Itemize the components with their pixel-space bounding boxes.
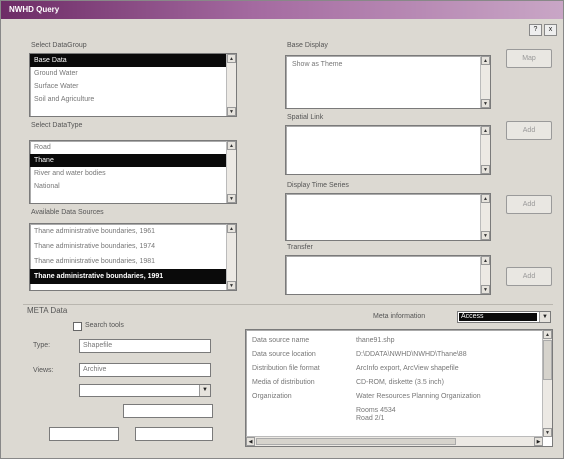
views-field[interactable]: Archive bbox=[79, 363, 211, 377]
list-item[interactable]: Thane bbox=[30, 154, 236, 167]
search-tools-checkbox[interactable] bbox=[73, 322, 82, 331]
scroll-up-icon[interactable]: ▲ bbox=[481, 56, 490, 65]
time-series-listbox[interactable]: ▲ ▼ bbox=[285, 193, 491, 241]
type-field[interactable]: Shapefile bbox=[79, 339, 211, 353]
scroll-up-icon[interactable]: ▲ bbox=[227, 224, 236, 233]
vertical-scrollbar[interactable]: ▲ ▼ bbox=[542, 330, 552, 437]
window-title: NWHD Query bbox=[9, 5, 60, 14]
vertical-scrollbar[interactable]: ▲ ▼ bbox=[226, 54, 236, 116]
divider bbox=[23, 304, 553, 305]
display-time-series-label: Display Time Series bbox=[287, 182, 349, 189]
extra-field-1[interactable] bbox=[123, 404, 213, 418]
scroll-up-icon[interactable]: ▲ bbox=[227, 54, 236, 63]
list-item[interactable]: Thane administrative boundaries, 1974 bbox=[30, 239, 236, 254]
scroll-down-icon[interactable]: ▼ bbox=[481, 99, 490, 108]
vertical-scrollbar[interactable]: ▲ ▼ bbox=[226, 224, 236, 290]
list-item[interactable]: National bbox=[30, 180, 236, 193]
scroll-up-icon[interactable]: ▲ bbox=[227, 141, 236, 150]
meta-information-select[interactable]: Access ▼ bbox=[457, 311, 551, 323]
search-tools-label: Search tools bbox=[85, 322, 124, 329]
list-item[interactable]: Surface Water bbox=[30, 80, 236, 93]
title-bar[interactable]: NWHD Query bbox=[1, 1, 563, 19]
scroll-up-icon[interactable]: ▲ bbox=[481, 126, 490, 135]
extra-field-3[interactable] bbox=[135, 427, 213, 441]
map-button[interactable]: Map bbox=[506, 49, 552, 68]
views-label: Views: bbox=[33, 367, 54, 374]
scroll-down-icon[interactable]: ▼ bbox=[543, 428, 552, 437]
select-datagroup-label: Select DataGroup bbox=[31, 42, 87, 49]
scroll-down-icon[interactable]: ▼ bbox=[481, 285, 490, 294]
nwhd-query-window: NWHD Query ? x Select DataGroup Base Dat… bbox=[0, 0, 564, 459]
scroll-down-icon[interactable]: ▼ bbox=[227, 107, 236, 116]
meta-information-value: Access bbox=[459, 313, 537, 321]
views-dropdown[interactable]: ▼ bbox=[79, 384, 211, 397]
list-item[interactable]: Thane administrative boundaries, 1961 bbox=[30, 224, 236, 239]
corner-buttons: ? x bbox=[529, 24, 557, 36]
sources-listbox[interactable]: Thane administrative boundaries, 1961 Th… bbox=[29, 223, 237, 291]
scroll-thumb[interactable] bbox=[543, 340, 552, 380]
transfer-listbox[interactable]: ▲ ▼ bbox=[285, 255, 491, 295]
scroll-up-icon[interactable]: ▲ bbox=[543, 330, 552, 339]
list-item: Organization Water Resources Planning Org… bbox=[252, 393, 481, 400]
datagroup-listbox[interactable]: Base Data Ground Water Surface Water Soi… bbox=[29, 53, 237, 117]
available-sources-label: Available Data Sources bbox=[31, 209, 104, 216]
chevron-down-icon[interactable]: ▼ bbox=[539, 312, 550, 322]
datatype-listbox[interactable]: Road Thane River and water bodies Nation… bbox=[29, 140, 237, 204]
scroll-left-icon[interactable]: ◀ bbox=[246, 437, 255, 446]
list-item: Rooms 4534 bbox=[356, 407, 396, 414]
scroll-down-icon[interactable]: ▼ bbox=[481, 231, 490, 240]
list-item: Data source name thane91.shp bbox=[252, 337, 395, 344]
transfer-label: Transfer bbox=[287, 244, 313, 251]
scroll-thumb[interactable] bbox=[256, 438, 456, 445]
list-item: Distribution file format ArcInfo export, … bbox=[252, 365, 459, 372]
vertical-scrollbar[interactable]: ▲ ▼ bbox=[480, 126, 490, 174]
add-spatial-link-button[interactable]: Add bbox=[506, 121, 552, 140]
spatial-link-label: Spatial Link bbox=[287, 114, 324, 121]
meta-data-label: META Data bbox=[27, 306, 68, 315]
list-item[interactable]: Soil and Agriculture bbox=[30, 93, 236, 106]
close-button[interactable]: x bbox=[544, 24, 557, 36]
scroll-up-icon[interactable]: ▲ bbox=[481, 256, 490, 265]
chevron-down-icon[interactable]: ▼ bbox=[199, 385, 210, 396]
vertical-scrollbar[interactable]: ▲ ▼ bbox=[480, 256, 490, 294]
horizontal-scrollbar[interactable]: ◀ ▶ bbox=[246, 436, 543, 446]
scroll-down-icon[interactable]: ▼ bbox=[481, 165, 490, 174]
spatial-link-listbox[interactable]: ▲ ▼ bbox=[285, 125, 491, 175]
select-datatype-label: Select DataType bbox=[31, 122, 83, 129]
add-time-series-button[interactable]: Add bbox=[506, 195, 552, 214]
scroll-down-icon[interactable]: ▼ bbox=[227, 281, 236, 290]
list-item: Road 2/1 bbox=[356, 415, 385, 422]
scroll-up-icon[interactable]: ▲ bbox=[481, 194, 490, 203]
list-item[interactable]: Road bbox=[30, 141, 236, 154]
type-label: Type: bbox=[33, 342, 51, 349]
list-item[interactable]: Ground Water bbox=[30, 67, 236, 80]
vertical-scrollbar[interactable]: ▲ ▼ bbox=[480, 194, 490, 240]
meta-information-label: Meta information bbox=[373, 313, 426, 320]
list-item: Data source location D:\DDATA\NWHD\NWHD\T… bbox=[252, 351, 467, 358]
help-button[interactable]: ? bbox=[529, 24, 542, 36]
list-item[interactable]: Thane administrative boundaries, 1991 bbox=[30, 269, 236, 284]
scroll-right-icon[interactable]: ▶ bbox=[534, 437, 543, 446]
base-display-listbox[interactable]: Show as Theme ▲ ▼ bbox=[285, 55, 491, 109]
base-display-label: Base Display bbox=[287, 42, 328, 49]
list-item[interactable]: Thane administrative boundaries, 1981 bbox=[30, 254, 236, 269]
scroll-down-icon[interactable]: ▼ bbox=[227, 194, 236, 203]
meta-info-list[interactable]: Data source name thane91.shp Data source … bbox=[245, 329, 553, 447]
vertical-scrollbar[interactable]: ▲ ▼ bbox=[226, 141, 236, 203]
list-item: Media of distribution CD-ROM, diskette (3… bbox=[252, 379, 444, 386]
list-item[interactable]: Show as Theme bbox=[286, 58, 490, 71]
meta-rows: Data source name thane91.shp Data source … bbox=[246, 330, 552, 423]
extra-field-2[interactable] bbox=[49, 427, 119, 441]
list-item[interactable]: River and water bodies bbox=[30, 167, 236, 180]
add-transfer-button[interactable]: Add bbox=[506, 267, 552, 286]
list-item[interactable]: Base Data bbox=[30, 54, 236, 67]
vertical-scrollbar[interactable]: ▲ ▼ bbox=[480, 56, 490, 108]
